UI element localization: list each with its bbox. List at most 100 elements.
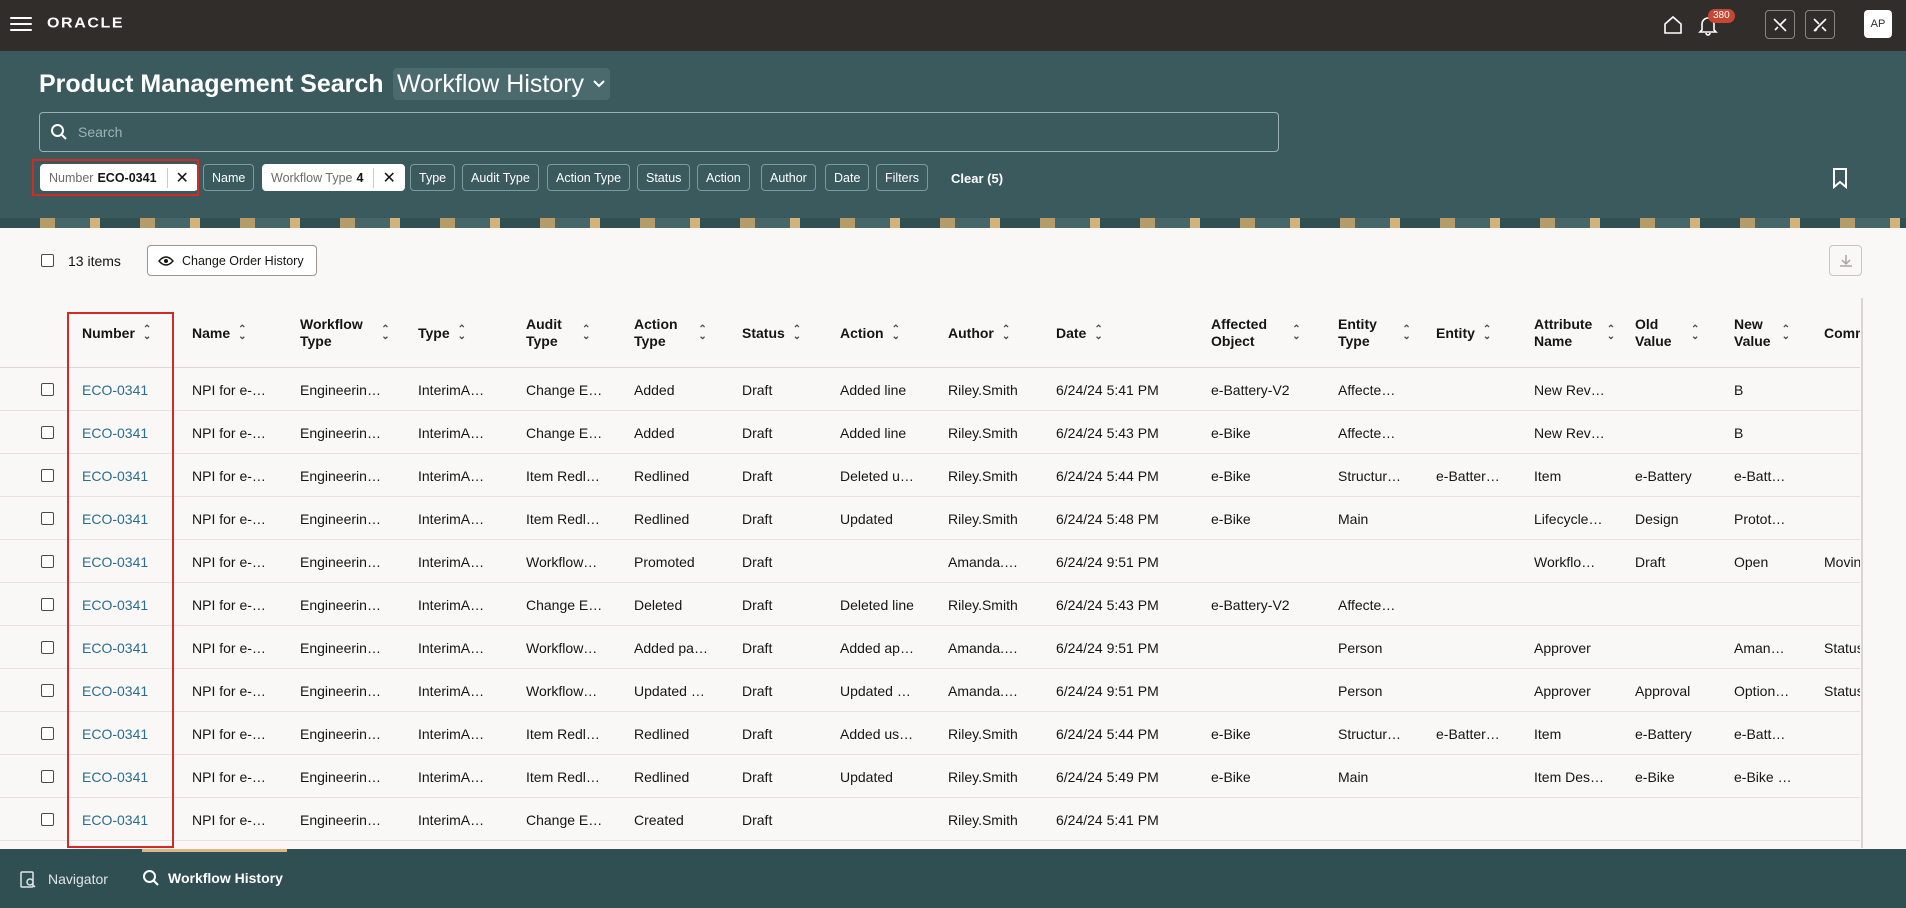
column-header-action[interactable]: Action ⌃ ⌄: [840, 298, 900, 368]
filter-chip-status[interactable]: Status: [637, 164, 691, 191]
row-checkbox[interactable]: [41, 684, 54, 697]
row-checkbox[interactable]: [41, 383, 54, 396]
table-row[interactable]: ECO-0341 NPI for e-… Engineerin… InterimA… W…: [0, 540, 1860, 583]
view-selector-label: Workflow History: [397, 69, 585, 98]
avatar[interactable]: AP: [1864, 10, 1892, 38]
select-all-checkbox[interactable]: [41, 254, 54, 267]
table-row[interactable]: ECO-0341 NPI for e-… Engineerin… InterimA… W…: [0, 626, 1860, 669]
table-row[interactable]: ECO-0341 NPI for e-… Engineerin… InterimA… C…: [0, 411, 1860, 454]
sort-icon[interactable]: ⌃ ⌄: [1094, 325, 1102, 342]
column-header-label: Author: [948, 324, 994, 341]
table-row[interactable]: ECO-0341 NPI for e-… Engineerin… InterimA… C…: [0, 583, 1860, 626]
filter-chip-audit-type[interactable]: Audit Type: [462, 164, 539, 191]
sort-icon[interactable]: ⌃ ⌄: [1691, 325, 1699, 342]
filter-chip-type[interactable]: Type: [410, 164, 456, 191]
table-cell: Engineerin…: [300, 639, 381, 656]
row-checkbox[interactable]: [41, 426, 54, 439]
navigator-label: Navigator: [48, 871, 108, 887]
row-checkbox[interactable]: [41, 598, 54, 611]
sort-icon[interactable]: ⌃ ⌄: [1002, 325, 1010, 342]
search-input[interactable]: Search: [39, 112, 1279, 152]
filter-chip-action-type[interactable]: Action Type: [547, 164, 631, 191]
table-row[interactable]: ECO-0341 NPI for e-… Engineerin… InterimA… I…: [0, 497, 1860, 540]
column-header-entity-type[interactable]: Entity Type ⌃ ⌄: [1338, 298, 1411, 368]
sort-icon[interactable]: ⌃ ⌄: [1292, 325, 1300, 342]
filter-chip-workflow-type[interactable]: Workflow Type 4 ✕: [262, 164, 405, 191]
column-header-name[interactable]: Name ⌃ ⌄: [192, 298, 247, 368]
table-cell: 6/24/24 5:44 PM: [1056, 467, 1159, 484]
home-icon[interactable]: [1658, 10, 1688, 40]
table-row[interactable]: ECO-0341 NPI for e-… Engineerin… InterimA… I…: [0, 755, 1860, 798]
view-selector[interactable]: Workflow History: [393, 68, 611, 100]
sort-icon[interactable]: ⌃ ⌄: [1402, 325, 1410, 342]
column-header-attribute-name[interactable]: Attribute Name ⌃ ⌄: [1534, 298, 1615, 368]
sort-icon[interactable]: ⌃ ⌄: [1483, 325, 1491, 342]
clear-filters-button[interactable]: Clear (5): [951, 171, 1003, 186]
row-checkbox[interactable]: [41, 555, 54, 568]
sort-icon[interactable]: ⌃ ⌄: [458, 325, 466, 342]
table-cell: [1211, 798, 1331, 841]
sort-icon[interactable]: ⌃ ⌄: [238, 325, 246, 342]
sort-icon[interactable]: ⌃ ⌄: [793, 325, 801, 342]
table-cell: InterimA…: [418, 553, 485, 570]
table-cell: Option…: [1734, 682, 1790, 699]
no-tools-icon[interactable]: [1805, 10, 1835, 39]
sort-icon[interactable]: ⌃ ⌄: [698, 325, 706, 342]
oracle-logo[interactable]: ORACLE: [47, 16, 124, 32]
close-icon[interactable]: ✕: [373, 167, 396, 188]
row-checkbox[interactable]: [41, 641, 54, 654]
table-row[interactable]: ECO-0341 NPI for e-… Engineerin… InterimA… I…: [0, 712, 1860, 755]
decorative-banner: [0, 218, 1906, 228]
filter-chip-filters[interactable]: Filters: [876, 164, 929, 191]
column-header-author[interactable]: Author ⌃ ⌄: [948, 298, 1010, 368]
column-header-type[interactable]: Type ⌃ ⌄: [418, 298, 466, 368]
download-icon[interactable]: [1829, 245, 1862, 276]
row-checkbox[interactable]: [41, 727, 54, 740]
sort-icon[interactable]: ⌃ ⌄: [892, 325, 900, 342]
filter-chip-date[interactable]: Date: [825, 164, 870, 191]
vertical-scrollbar[interactable]: [1861, 298, 1863, 848]
row-checkbox[interactable]: [41, 770, 54, 783]
filter-chip-author[interactable]: Author: [761, 164, 816, 191]
table-cell: Riley.Smith: [948, 725, 1018, 742]
sort-icon[interactable]: ⌃ ⌄: [1607, 325, 1615, 342]
column-header-action-type[interactable]: Action Type ⌃ ⌄: [634, 298, 707, 368]
column-header-date[interactable]: Date ⌃ ⌄: [1056, 298, 1103, 368]
table-row[interactable]: ECO-0341 NPI for e-… Engineerin… InterimA… W…: [0, 669, 1860, 712]
row-checkbox[interactable]: [41, 512, 54, 525]
table-cell: Draft: [742, 381, 773, 398]
sort-icon[interactable]: ⌃ ⌄: [381, 325, 389, 342]
column-header-comment[interactable]: Comment: [1824, 298, 1860, 368]
column-header-entity[interactable]: Entity ⌃ ⌄: [1436, 298, 1491, 368]
table-cell: Draft: [742, 424, 773, 441]
table-cell: Updated: [840, 510, 893, 527]
column-header-status[interactable]: Status ⌃ ⌄: [742, 298, 801, 368]
row-checkbox[interactable]: [41, 813, 54, 826]
column-header-workflow-type[interactable]: Workflow Type ⌃ ⌄: [300, 298, 390, 368]
navigator-button[interactable]: Navigator: [18, 869, 108, 889]
column-header-old-value[interactable]: Old Value ⌃ ⌄: [1635, 298, 1699, 368]
table-cell: Engineerin…: [300, 553, 381, 570]
table-row[interactable]: ECO-0341 NPI for e-… Engineerin… InterimA… C…: [0, 798, 1860, 841]
table-row[interactable]: ECO-0341 NPI for e-… Engineerin… InterimA… I…: [0, 454, 1860, 497]
tab-workflow-history[interactable]: Workflow History: [142, 869, 283, 887]
table-cell: Workflow…: [526, 682, 598, 699]
column-header-new-value[interactable]: New Value ⌃ ⌄: [1734, 298, 1790, 368]
row-checkbox[interactable]: [41, 469, 54, 482]
sort-icon[interactable]: ⌃ ⌄: [1782, 325, 1790, 342]
bookmark-icon[interactable]: [1830, 167, 1850, 194]
change-order-history-button[interactable]: Change Order History: [147, 245, 317, 276]
table-cell: Engineerin…: [300, 682, 381, 699]
column-header-audit-type[interactable]: Audit Type ⌃ ⌄: [526, 298, 590, 368]
column-header-affected-object[interactable]: Affected Object ⌃ ⌄: [1211, 298, 1301, 368]
sort-icon[interactable]: ⌃ ⌄: [582, 325, 590, 342]
menu-icon[interactable]: [10, 13, 32, 35]
table-cell: Change E…: [526, 381, 603, 398]
table-cell: Affecte…: [1338, 596, 1396, 613]
filter-chip-name[interactable]: Name: [203, 164, 255, 191]
table-cell: Riley.Smith: [948, 424, 1018, 441]
table-cell: [1211, 626, 1331, 669]
table-row[interactable]: ECO-0341 NPI for e-… Engineerin… InterimA… C…: [0, 368, 1860, 411]
tools-icon[interactable]: [1765, 10, 1795, 39]
filter-chip-action[interactable]: Action: [697, 164, 750, 191]
